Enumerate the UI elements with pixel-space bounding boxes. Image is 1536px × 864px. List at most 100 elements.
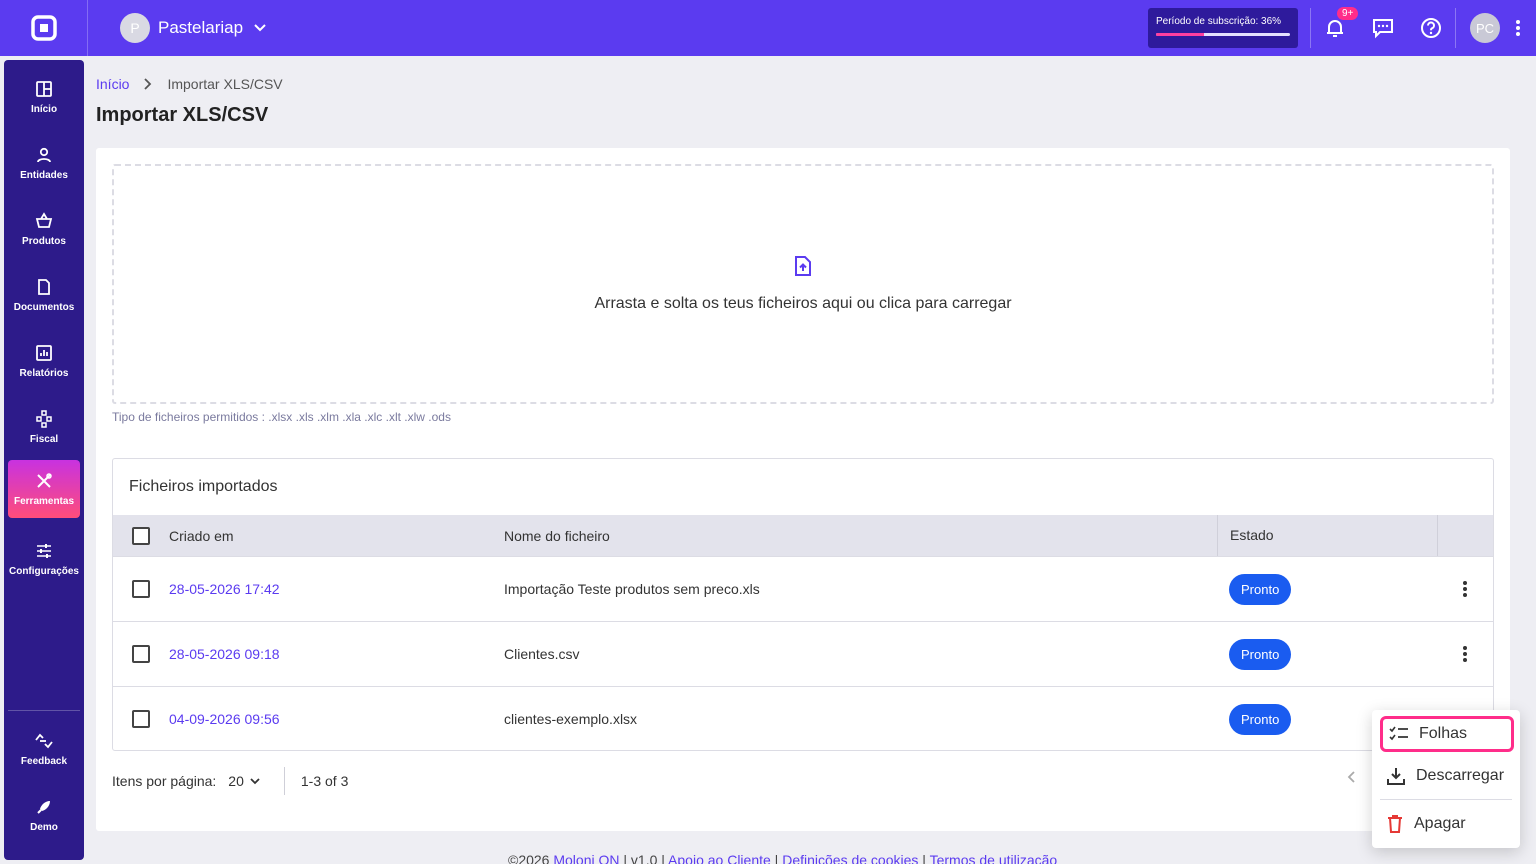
user-avatar[interactable]: PC [1470,13,1500,43]
footer-copyright: ©2026 [508,852,550,864]
imported-files-panel: Ficheiros importados Criado em Nome do f… [112,458,1494,751]
row-file-name: Clientes.csv [504,646,580,662]
bell-icon [1327,20,1343,37]
items-per-page-select[interactable]: 20 [228,773,260,789]
chevron-down-icon [254,24,266,32]
items-per-page-label: Itens por página: [112,773,217,789]
sidebar-item-documentos[interactable]: Documentos [8,266,80,324]
menu-item-download[interactable]: Descarregar [1380,758,1514,794]
footer-terms-link[interactable]: Termos de utilização [930,852,1058,864]
subscription-label: Período de subscrição: 36% [1156,16,1282,27]
sidebar-item-ferramentas[interactable]: Ferramentas [8,460,80,518]
footer-version: v1.0 [630,852,658,864]
company-name: Pastelariap [158,18,244,37]
sidebar-item-label: Ferramentas [13,495,75,507]
column-created[interactable]: Criado em [169,528,504,544]
column-file-name[interactable]: Nome do ficheiro [504,528,1217,544]
row-checkbox[interactable] [132,710,150,728]
menu-item-label: Apagar [1414,815,1466,832]
row-checkbox[interactable] [132,580,150,598]
dropzone-text: Arrasta e solta os teus ficheiros aqui o… [594,295,1012,312]
menu-item-label: Descarregar [1416,767,1505,784]
sidebar-item-label: Fiscal [29,433,59,445]
sidebar-item-inicio[interactable]: Início [8,68,80,126]
import-card: Arrasta e solta os teus ficheiros aqui o… [96,148,1510,831]
sidebar-item-label: Feedback [20,755,68,767]
sidebar-item-label: Configurações [8,565,79,577]
menu-item-sheets[interactable]: Folhas [1380,716,1514,752]
items-per-page-value: 20 [228,773,244,789]
menu-item-delete[interactable]: Apagar [1380,806,1514,842]
rocket-icon [37,800,50,814]
row-actions-button[interactable] [1437,645,1493,663]
sidebar-item-relatorios[interactable]: Relatórios [8,332,80,390]
trash-icon [1388,815,1402,833]
table-row: 28-05-2026 17:42 Importação Teste produt… [113,556,1493,621]
sidebar-item-entidades[interactable]: Entidades [8,134,80,192]
status-badge: Pronto [1229,573,1292,605]
sliders-icon [37,543,51,558]
table-row: 28-05-2026 09:18 Clientes.csv Pronto [113,621,1493,686]
breadcrumb: Início Importar XLS/CSV [96,76,283,92]
table-row: 04-09-2026 09:56 clientes-exemplo.xlsx P… [113,686,1493,750]
kebab-icon [1463,581,1467,597]
document-icon [38,278,50,295]
pagination: Itens por página: 20 1-3 of 3 [112,766,348,796]
tools-icon [37,472,52,488]
page-title: Importar XLS/CSV [96,104,269,126]
subscription-period[interactable]: Período de subscrição: 36% [1148,8,1298,48]
kebab-icon [1516,20,1520,36]
checklist-icon [1389,726,1408,741]
row-created-link[interactable]: 28-05-2026 09:18 [169,646,504,662]
footer: ©2026 Moloni ON | v1.0 | Apoio ao Client… [508,852,1057,864]
row-checkbox[interactable] [132,645,150,663]
feedback-icon [35,733,53,748]
company-avatar: P [120,13,150,43]
chevron-down-icon [250,778,260,785]
subscription-progress-bar [1156,33,1290,36]
hierarchy-icon [36,409,52,428]
row-created-link[interactable]: 04-09-2026 09:56 [169,711,504,727]
app-logo[interactable] [0,0,88,56]
download-icon [1387,768,1405,785]
select-all-checkbox[interactable] [132,526,150,545]
row-file-name: Importação Teste produtos sem preco.xls [504,581,760,597]
breadcrumb-current: Importar XLS/CSV [167,76,283,92]
top-bar: P Pastelariap Período de subscrição: 36%… [0,0,1536,56]
chat-icon [1373,19,1393,39]
previous-page-button[interactable] [1346,770,1356,789]
allowed-file-types: Tipo de ficheiros permitidos : .xlsx .xl… [112,410,451,424]
sidebar-item-configuracoes[interactable]: Configurações [8,530,80,588]
file-upload-icon [795,256,811,276]
logo-icon [30,15,57,41]
footer-brand-link[interactable]: Moloni ON [553,852,619,864]
sidebar-item-demo[interactable]: Demo [8,786,80,844]
column-state[interactable]: Estado [1217,515,1437,556]
row-created-link[interactable]: 28-05-2026 17:42 [169,581,504,597]
file-dropzone[interactable]: Arrasta e solta os teus ficheiros aqui o… [112,164,1494,404]
footer-cookies-link[interactable]: Definições de cookies [782,852,918,864]
pagination-range: 1-3 of 3 [300,773,349,789]
row-actions-button[interactable] [1437,580,1493,598]
notifications-button[interactable]: 9+ [1311,0,1359,56]
sidebar-item-feedback[interactable]: Feedback [8,720,80,778]
row-file-name: clientes-exemplo.xlsx [504,711,638,727]
breadcrumb-home-link[interactable]: Início [96,76,129,92]
sidebar-item-label: Início [30,103,58,115]
imported-files-title: Ficheiros importados [129,478,278,495]
messages-button[interactable] [1359,0,1407,56]
sidebar-item-fiscal[interactable]: Fiscal [8,398,80,456]
sidebar-item-label: Entidades [20,169,68,181]
person-icon [37,147,51,162]
table-header: Criado em Nome do ficheiro Estado [113,515,1493,556]
sidebar-item-label: Documentos [13,301,75,313]
row-context-menu: Folhas Descarregar Apagar [1372,710,1520,848]
company-selector[interactable]: P Pastelariap [120,13,267,43]
sidebar-item-produtos[interactable]: Produtos [8,200,80,258]
menu-item-label: Folhas [1419,725,1468,742]
grid-icon [36,80,52,97]
user-menu-button[interactable] [1500,0,1536,56]
footer-support-link[interactable]: Apoio ao Cliente [668,852,771,864]
status-badge: Pronto [1229,638,1292,670]
help-button[interactable] [1407,0,1455,56]
